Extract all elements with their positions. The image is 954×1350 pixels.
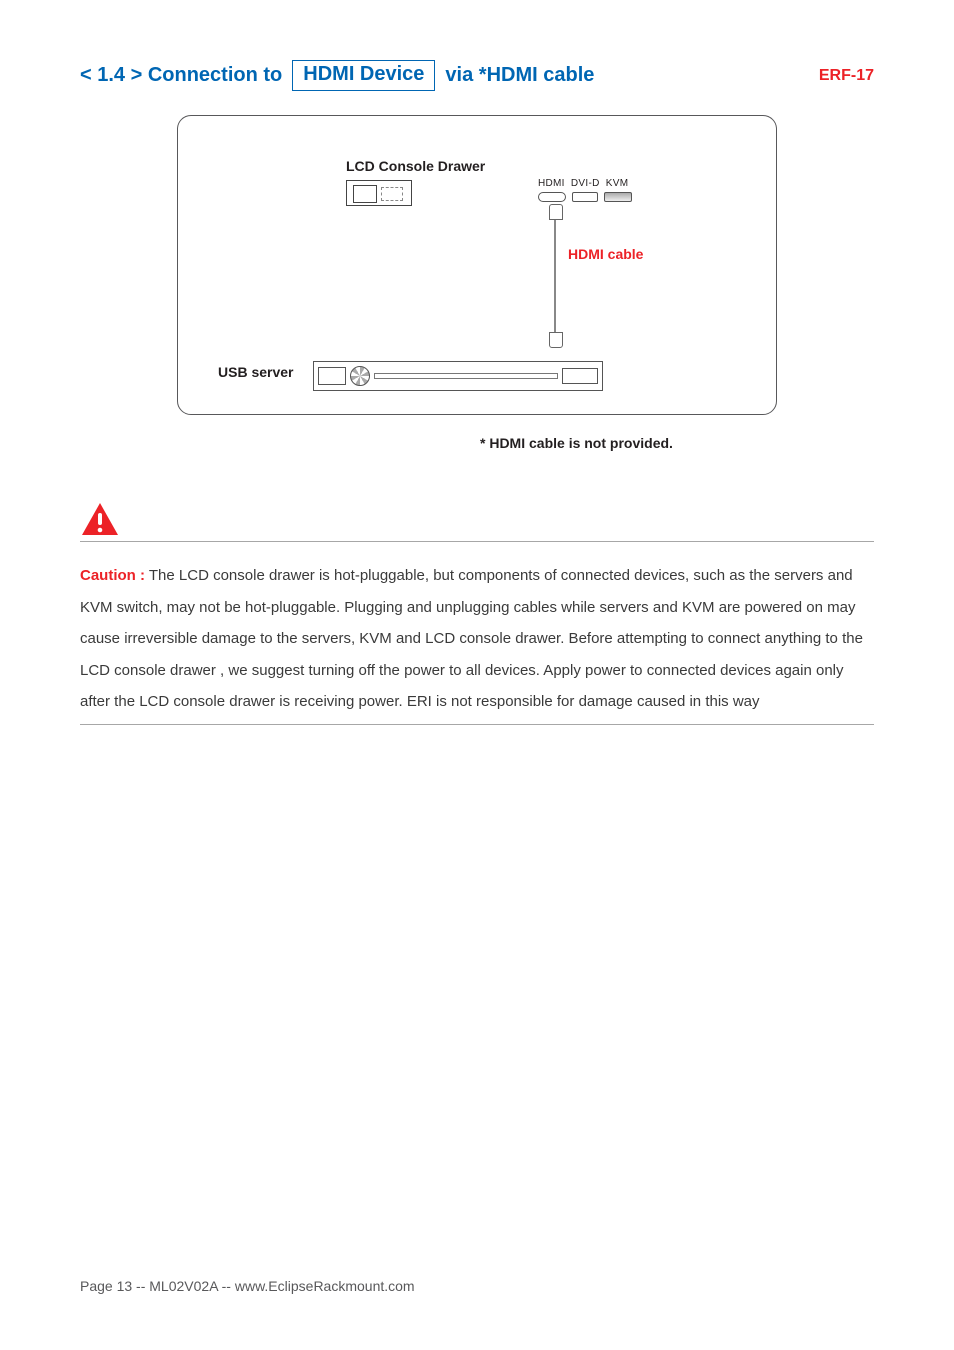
kvm-port-icon [604, 192, 632, 202]
product-code: ERF-17 [819, 67, 874, 85]
connection-diagram: LCD Console Drawer HDMI DVI-D KVM HDMI c… [177, 115, 777, 415]
divider-bottom [80, 724, 874, 725]
section-title: < 1.4 > Connection to HDMI Device via *H… [80, 60, 594, 91]
usb-server-label: USB server [218, 364, 294, 380]
divider-top [80, 541, 874, 542]
dvid-port-icon [572, 192, 598, 202]
hdmi-cable-label: HDMI cable [568, 246, 643, 262]
caution-body: The LCD console drawer is hot-pluggable,… [80, 567, 863, 710]
section-prefix: < 1.4 > Connection to [80, 64, 282, 87]
hdmi-cable-icon [554, 206, 556, 346]
footnote-text: * HDMI cable is not provided. [480, 435, 874, 451]
server-fan-icon [350, 366, 370, 386]
hdmi-port-icon [538, 192, 566, 202]
server-slot-icon [318, 367, 346, 385]
boxed-device-name: HDMI Device [292, 60, 435, 91]
page-header: < 1.4 > Connection to HDMI Device via *H… [80, 60, 874, 91]
port-labels: HDMI DVI-D KVM [538, 178, 628, 189]
lcd-drawer-label: LCD Console Drawer [346, 158, 485, 174]
server-bar-icon [374, 373, 558, 379]
section-suffix: via *HDMI cable [445, 64, 594, 87]
lcd-drawer-icon [346, 180, 412, 206]
port-icons-row [538, 192, 632, 202]
usb-server-icon [313, 361, 603, 391]
page-footer: Page 13 -- ML02V02A -- www.EclipseRackmo… [80, 1278, 415, 1294]
server-module-icon [562, 368, 598, 384]
caution-paragraph: Caution : The LCD console drawer is hot-… [80, 560, 874, 718]
warning-icon [80, 501, 874, 537]
caution-label: Caution : [80, 567, 145, 584]
